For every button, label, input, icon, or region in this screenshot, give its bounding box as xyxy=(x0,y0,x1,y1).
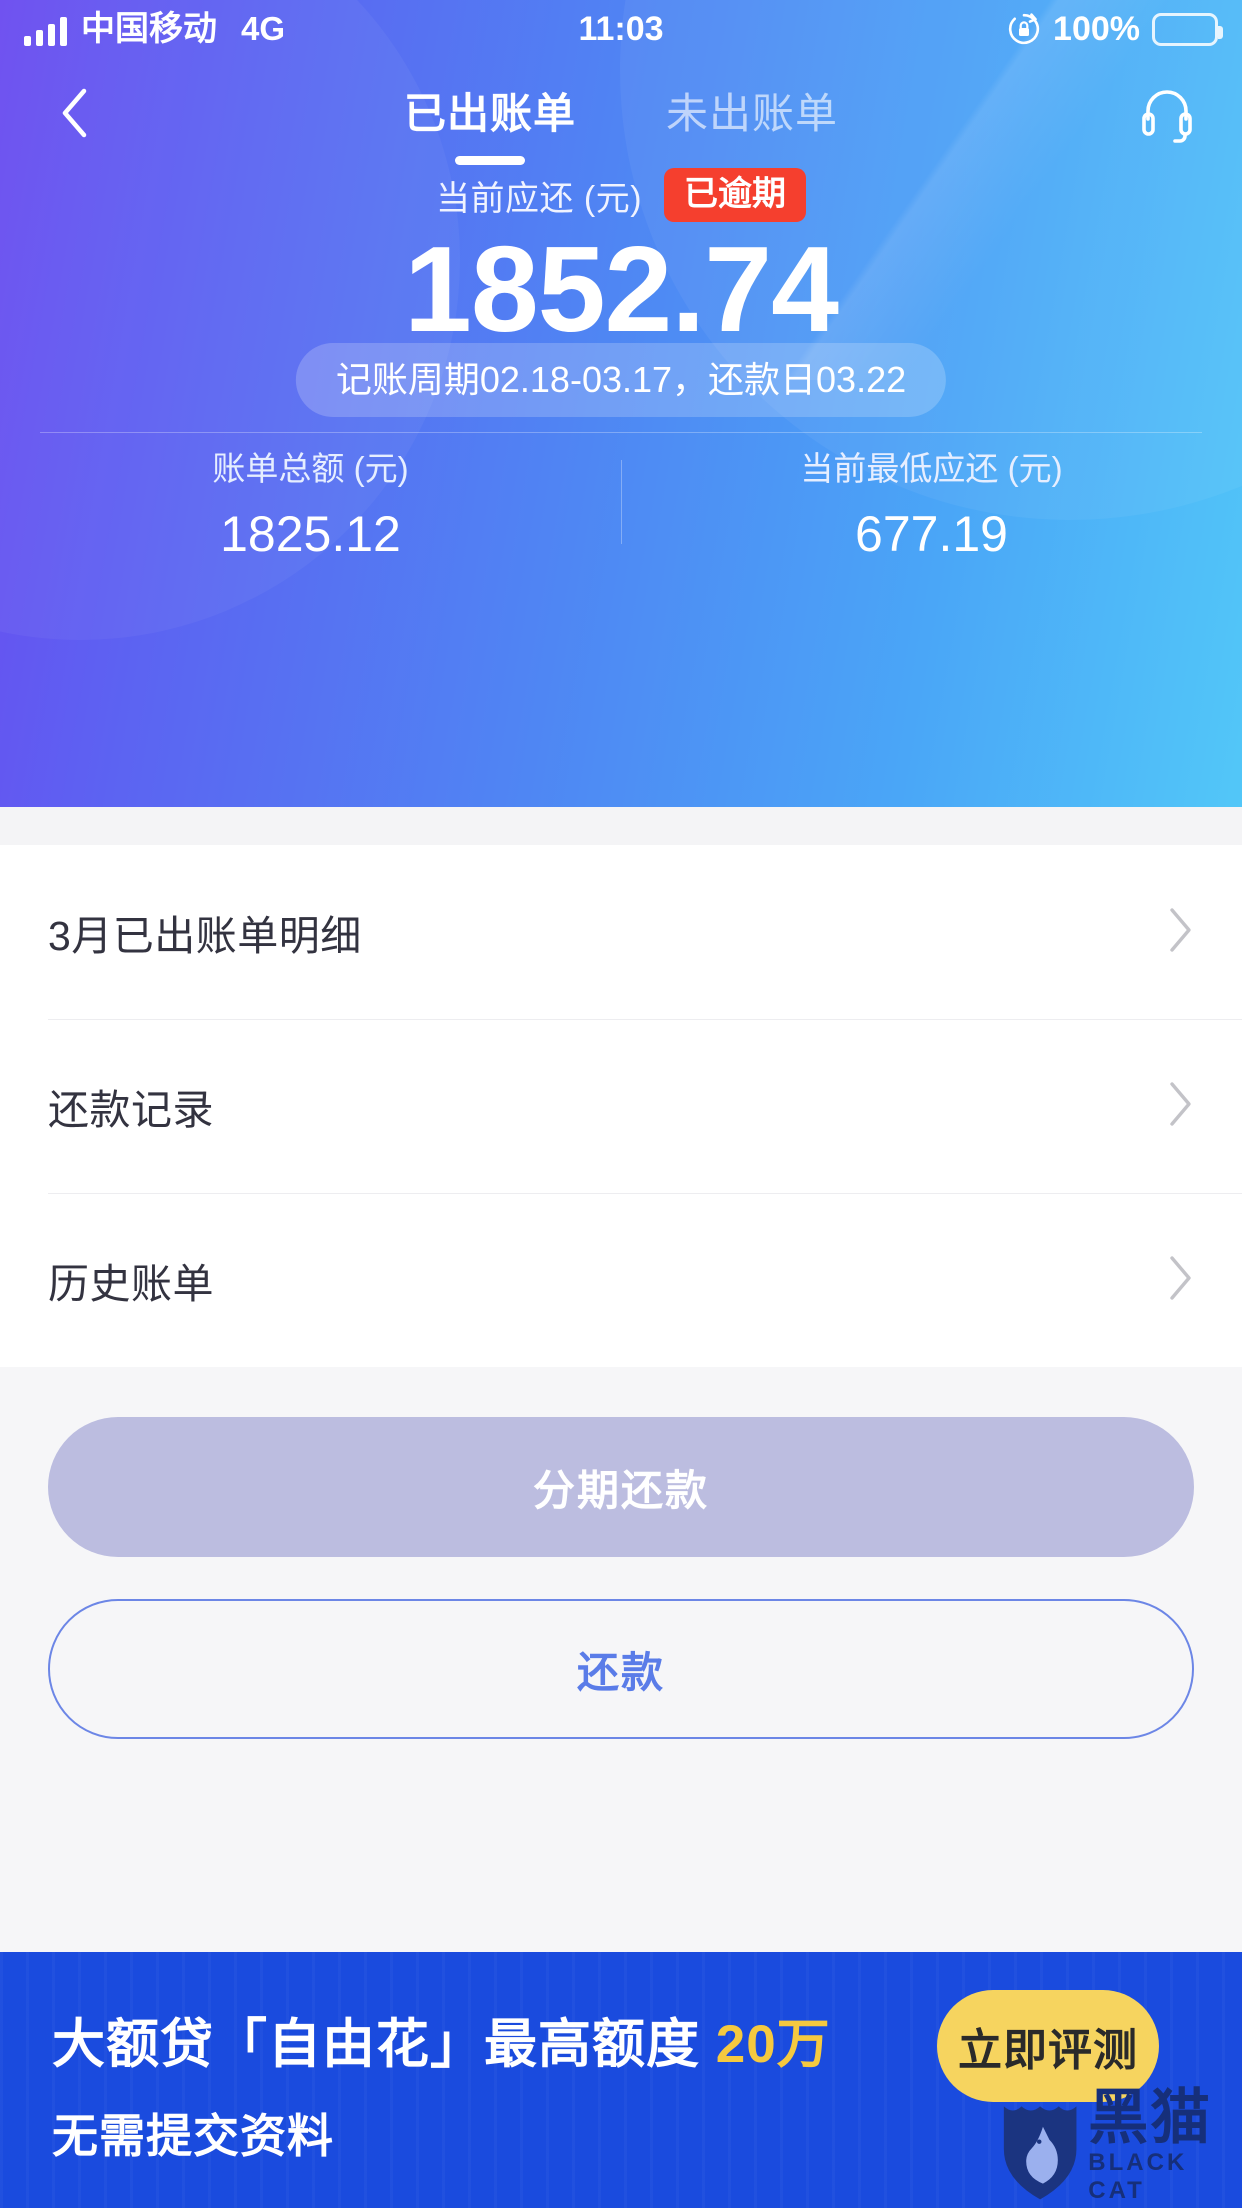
battery-full-icon xyxy=(1152,12,1223,46)
headset-icon xyxy=(1142,90,1192,143)
stat-total-bill: 账单总额 (元) 1825.12 xyxy=(0,452,621,559)
watermark-cn-label: 黑猫 xyxy=(1088,2084,1213,2151)
list-item-label: 3月已出账单明细 xyxy=(48,913,362,959)
promo-headline-prefix: 大额贷「自由花」最高额度 xyxy=(52,2015,716,2074)
chevron-right-icon xyxy=(1168,1255,1194,1306)
status-badge: 已逾期 xyxy=(664,168,807,222)
promo-headline-highlight: 20万 xyxy=(715,2015,831,2074)
status-bar-clock: 11:03 xyxy=(578,9,664,48)
watermark-text: 黑猫 BLACK CAT xyxy=(1088,2084,1242,2205)
promo-subline: 无需提交资料 xyxy=(52,2110,334,2162)
header-hero: 中国移动 4G 11:03 100% 已出账单 未出账单 当前应还 (元) 已逾… xyxy=(0,0,1242,807)
hero-divider xyxy=(40,432,1202,433)
list-item-repayment-record[interactable]: 还款记录 xyxy=(0,1019,1242,1193)
chevron-right-icon xyxy=(1168,1081,1194,1132)
customer-service-button[interactable] xyxy=(1134,80,1200,146)
tab-bar: 已出账单 未出账单 xyxy=(0,58,1242,168)
tab-issued-bill[interactable]: 已出账单 xyxy=(404,80,576,147)
current-due-row: 当前应还 (元) 已逾期 xyxy=(0,168,1242,222)
section-gap xyxy=(0,807,1242,845)
menu-list: 3月已出账单明细 还款记录 历史账单 xyxy=(0,845,1242,1367)
watermark-en-label: BLACK CAT xyxy=(1088,2149,1188,2205)
promo-headline: 大额贷「自由花」最高额度 20万 xyxy=(52,2002,831,2078)
repay-button[interactable]: 还款 xyxy=(48,1599,1194,1739)
stat-label: 当前最低应还 (元) xyxy=(800,450,1063,487)
stat-label: 账单总额 (元) xyxy=(212,450,409,487)
stat-value: 1825.12 xyxy=(220,506,401,562)
stat-value: 677.19 xyxy=(855,506,1008,562)
watermark: 黑猫 BLACK CAT xyxy=(1002,2084,1242,2205)
current-due-amount: 1852.74 xyxy=(404,221,839,357)
list-item-label: 还款记录 xyxy=(48,1087,214,1133)
summary-stats: 账单总额 (元) 1825.12 当前最低应还 (元) 677.19 xyxy=(0,452,1242,559)
billing-cycle-pill: 记账周期02.18-03.17，还款日03.22 xyxy=(295,343,947,417)
status-bar: 中国移动 4G 11:03 100% xyxy=(0,0,1242,58)
stat-minimum-due: 当前最低应还 (元) 677.19 xyxy=(621,452,1242,559)
tab-pending-bill[interactable]: 未出账单 xyxy=(666,80,838,147)
list-item-label: 历史账单 xyxy=(48,1261,214,1307)
chevron-right-icon xyxy=(1168,907,1194,958)
action-button-area: 分期还款 还款 xyxy=(0,1367,1242,1967)
current-due-label: 当前应还 (元) xyxy=(435,179,643,218)
list-item-history-bills[interactable]: 历史账单 xyxy=(0,1193,1242,1367)
black-cat-shield-icon xyxy=(1003,2106,1077,2200)
list-item-bill-detail[interactable]: 3月已出账单明细 xyxy=(0,845,1242,1019)
navigation-bar: 已出账单 未出账单 xyxy=(0,58,1242,168)
installment-repay-button[interactable]: 分期还款 xyxy=(48,1417,1194,1557)
